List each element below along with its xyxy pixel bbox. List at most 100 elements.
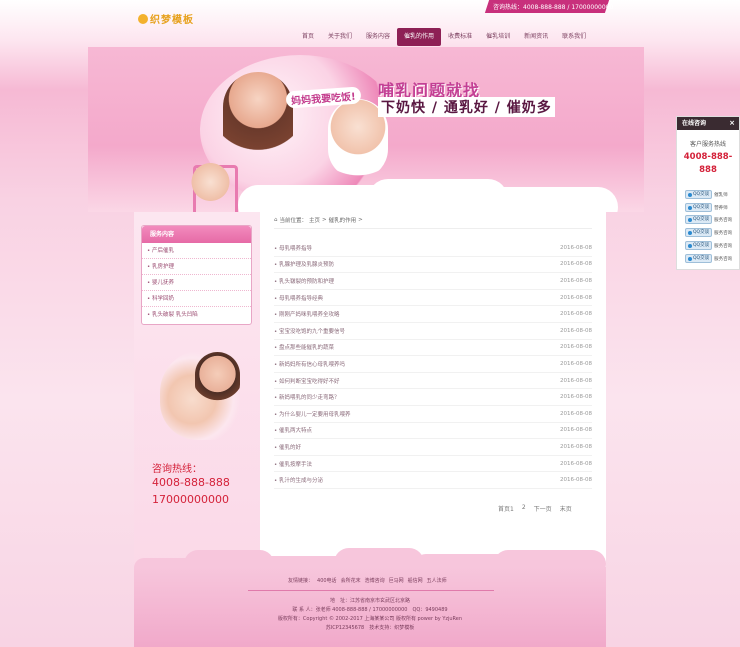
article-title[interactable]: 催乳两大特点 — [279, 428, 312, 434]
banner-subtitle: 下奶快 / 通乳好 / 催奶多 — [378, 97, 555, 117]
list-item[interactable]: • 乳腺护理及乳腺炎预防 2016-08-08 — [274, 257, 592, 274]
pager-last[interactable]: 末页 — [560, 504, 572, 513]
list-item[interactable]: • 催乳按摩手法 2016-08-08 — [274, 456, 592, 473]
qq-chat-row: QQ交谈 服务咨询 — [685, 215, 732, 224]
service-menu: 服务内容 • 产后催乳 • 乳房护理 • 婴儿抚养 • 科学回奶 • 乳头破裂 … — [141, 225, 252, 325]
hero-banner: 妈妈我要吃饭! 哺乳问题就找 下奶快 / 通乳好 / 催奶多 — [88, 47, 644, 212]
sidebar-item[interactable]: • 乳房护理 — [142, 259, 251, 275]
article-date: 2016-08-08 — [560, 427, 592, 434]
list-item[interactable]: • 盘点那些能催乳的蔬菜 2016-08-08 — [274, 340, 592, 357]
friend-link[interactable]: 船信网 — [408, 577, 423, 584]
article-title[interactable]: 刚刚产妈咪乳喂养全攻略 — [279, 312, 340, 318]
qq-icon — [688, 217, 692, 222]
qq-icon — [688, 230, 692, 235]
article-title[interactable]: 新妈喂乳的同少走弯路？ — [279, 395, 340, 401]
footer-icp: 苏ICP12345678 技术支持：织梦模板 — [325, 625, 415, 631]
article-title[interactable]: 催乳按摩手法 — [279, 462, 312, 468]
article-title[interactable]: 盘点那些能催乳的蔬菜 — [279, 345, 334, 351]
nav-item-effects[interactable]: 催乳的作用 — [397, 28, 442, 46]
qq-icon — [688, 192, 692, 197]
friend-link[interactable]: 巨马网 — [389, 577, 404, 584]
nav-item-pricing[interactable]: 收费标准 — [441, 28, 479, 46]
nav-item-contact[interactable]: 联系我们 — [555, 28, 593, 46]
pager-next[interactable]: 下一页 — [534, 504, 552, 513]
qq-icon — [688, 205, 692, 210]
article-title[interactable]: 为什么婴儿一定要用母乳喂养 — [279, 412, 351, 418]
nav-item-training[interactable]: 催乳培训 — [479, 28, 517, 46]
sidebar-item[interactable]: • 科学回奶 — [142, 291, 251, 307]
qq-chat-button[interactable]: QQ交谈 — [685, 241, 713, 250]
article-title[interactable]: 乳头皲裂的预防和护理 — [279, 279, 334, 285]
qq-chat-row: QQ交谈 服务咨询 — [685, 228, 732, 237]
article-date: 2016-08-08 — [560, 344, 592, 351]
nav-item-news[interactable]: 新闻资讯 — [517, 28, 555, 46]
article-date: 2016-08-08 — [560, 244, 592, 251]
article-title[interactable]: 乳腺护理及乳腺炎预防 — [279, 262, 334, 268]
sidebar-item[interactable]: • 乳头破裂 乳头凹陷 — [142, 307, 251, 323]
friend-link[interactable]: 会所花末 — [341, 577, 361, 584]
mother-photo — [195, 352, 240, 407]
friend-link[interactable]: 浩博咨询 — [365, 577, 385, 584]
article-title[interactable]: 乳汁的生成与分泌 — [279, 478, 323, 484]
online-chat-panel: 在线咨询 × 客户服务热线 4008-888- 888 QQ交谈 催乳师 QQ交谈营… — [676, 116, 740, 270]
article-title[interactable]: 宝宝没吃饱的九个重要信号 — [279, 329, 345, 335]
article-date: 2016-08-08 — [560, 360, 592, 367]
article-title[interactable]: 如何判断宝宝吃得好不好 — [279, 379, 340, 385]
article-title[interactable]: 母乳喂养指导 — [279, 246, 312, 252]
list-item[interactable]: • 为什么婴儿一定要用母乳喂养 2016-08-08 — [274, 406, 592, 423]
qq-chat-button[interactable]: QQ交谈 — [685, 203, 713, 212]
footer-address: 地 址：江苏省南京市玄武区北京路 — [329, 598, 410, 604]
qq-chat-row: QQ交谈 服务咨询 — [685, 254, 732, 263]
agent-name: 服务咨询 — [714, 230, 733, 236]
qq-icon — [688, 256, 692, 261]
logo-icon — [138, 13, 148, 24]
friend-link[interactable]: 五人法师 — [427, 577, 447, 584]
article-title[interactable]: 母乳喂养指导经典 — [279, 296, 323, 302]
chat-panel-header: 在线咨询 × — [677, 117, 739, 130]
qq-chat-button[interactable]: QQ交谈 — [685, 254, 713, 263]
list-item[interactable]: • 母乳喂养指导经典 2016-08-08 — [274, 290, 592, 307]
pager-home[interactable]: 首页 — [498, 506, 510, 513]
article-title[interactable]: 新妈妈所有信心母乳喂养吗 — [279, 362, 345, 368]
nav-item-home[interactable]: 首页 — [295, 28, 321, 46]
logo[interactable]: 织梦模板 — [138, 11, 194, 26]
qq-chat-button[interactable]: QQ交谈 — [685, 215, 713, 224]
close-icon[interactable]: × — [729, 117, 735, 130]
qq-chat-button[interactable]: QQ交谈 — [685, 228, 713, 237]
list-item[interactable]: • 催乳两大特点 2016-08-08 — [274, 423, 592, 440]
breadcrumb-home[interactable]: 主页 — [309, 216, 320, 224]
sidebar-item[interactable]: • 婴儿抚养 — [142, 275, 251, 291]
agent-name: 营养师 — [714, 205, 728, 211]
article-date: 2016-08-08 — [560, 327, 592, 334]
list-item[interactable]: • 宝宝没吃饱的九个重要信号 2016-08-08 — [274, 323, 592, 340]
pager-page-2[interactable]: 2 — [522, 504, 526, 513]
list-item[interactable]: • 催乳的好 2016-08-08 — [274, 439, 592, 456]
divider — [274, 228, 592, 229]
sidebar-item[interactable]: • 产后催乳 — [142, 243, 251, 259]
article-date: 2016-08-08 — [560, 311, 592, 318]
article-title[interactable]: 催乳的好 — [279, 445, 301, 451]
list-item[interactable]: • 刚刚产妈咪乳喂养全攻略 2016-08-08 — [274, 306, 592, 323]
list-item[interactable]: • 如何判断宝宝吃得好不好 2016-08-08 — [274, 373, 592, 390]
nav-item-services[interactable]: 服务内容 — [359, 28, 397, 46]
article-date: 2016-08-08 — [560, 277, 592, 284]
article-date: 2016-08-08 — [560, 443, 592, 450]
main-nav: 首页 关于我们 服务内容 催乳的作用 收费标准 催乳培训 新闻资讯 联系我们 — [295, 28, 593, 46]
list-item[interactable]: • 乳汁的生成与分泌 2016-08-08 — [274, 472, 592, 489]
hotline-label: 咨询热线： — [152, 464, 202, 475]
service-menu-title: 服务内容 — [142, 226, 251, 243]
friend-link[interactable]: 400电话 — [317, 577, 337, 584]
mother-image — [223, 72, 293, 162]
list-item[interactable]: • 母乳喂养指导 2016-08-08 — [274, 240, 592, 257]
breadcrumb-current[interactable]: 催乳的作用 — [329, 216, 357, 224]
hotline-number: 17000000000 — [152, 493, 229, 506]
footer-divider — [248, 590, 494, 591]
nav-item-about[interactable]: 关于我们 — [321, 28, 359, 46]
list-item[interactable]: • 乳头皲裂的预防和护理 2016-08-08 — [274, 273, 592, 290]
breadcrumb-prefix: 当前位置： — [279, 218, 308, 224]
list-item[interactable]: • 新妈喂乳的同少走弯路？ 2016-08-08 — [274, 389, 592, 406]
qq-chat-button[interactable]: QQ交谈 — [685, 190, 713, 199]
pager-current: 1 — [510, 506, 514, 513]
list-item[interactable]: • 新妈妈所有信心母乳喂养吗 2016-08-08 — [274, 356, 592, 373]
hotline-text: 咨询热线：4008-888-888 / 17000000000 — [493, 4, 614, 11]
